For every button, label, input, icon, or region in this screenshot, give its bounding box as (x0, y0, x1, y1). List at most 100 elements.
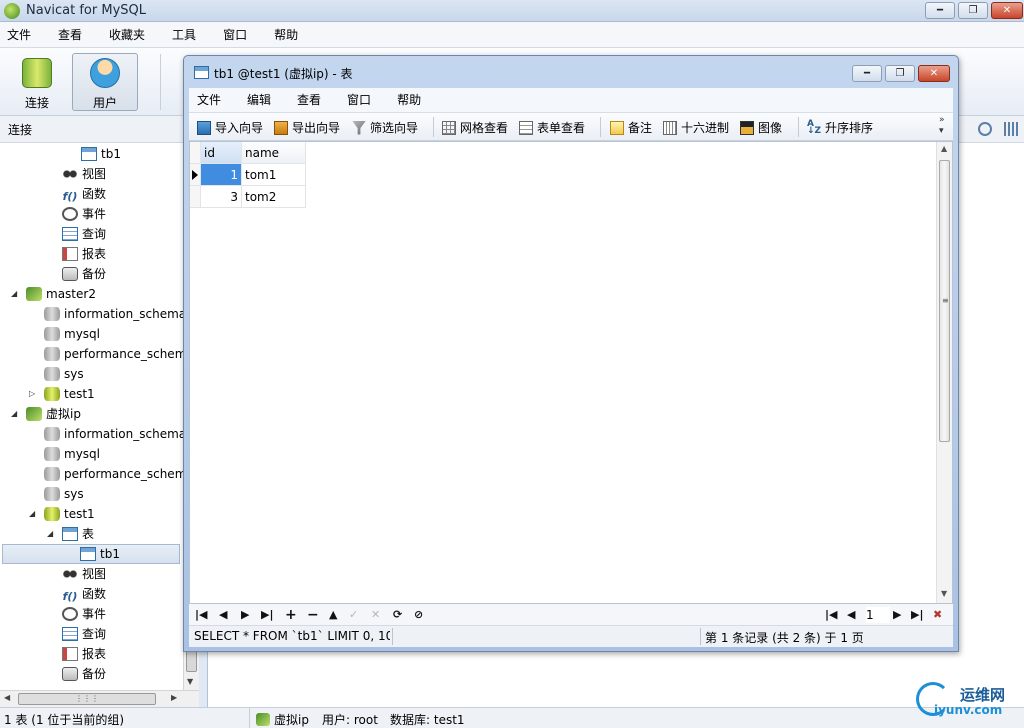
settings-tools-icon[interactable]: ✖ (933, 607, 942, 623)
tree-item[interactable]: mysql (0, 324, 198, 344)
menu-favorites[interactable]: 收藏夹 (102, 22, 157, 47)
prior-record-icon[interactable]: ◀ (219, 607, 227, 623)
tree-item-content[interactable]: mysql (42, 444, 198, 464)
tree-item[interactable]: performance_schema (0, 344, 198, 364)
tree-item-content[interactable]: 查询 (60, 224, 198, 244)
view-mode-icon[interactable] (1004, 122, 1018, 136)
child-menu-window[interactable]: 窗口 (339, 88, 383, 112)
grid-scroll-down-icon[interactable]: ▼ (941, 589, 947, 598)
search-icon[interactable] (978, 122, 992, 136)
tree-item-content[interactable]: 虚拟ip (24, 404, 198, 424)
tree-item-content[interactable]: 事件 (60, 204, 198, 224)
tree-item[interactable]: ◢ master2 (0, 284, 198, 304)
user-button[interactable]: 用户 (72, 53, 138, 111)
tree-item[interactable]: ◢ 表 (0, 524, 198, 544)
menu-help[interactable]: 帮助 (267, 22, 310, 47)
tree-item-content[interactable]: master2 (24, 284, 198, 304)
connect-button[interactable]: 连接 (4, 53, 70, 111)
cell-id[interactable]: 1 (201, 164, 242, 186)
tree-item-content[interactable]: 报表 (60, 644, 198, 664)
tree-item[interactable]: sys (0, 364, 198, 384)
current-row-marker[interactable] (190, 164, 201, 186)
import-wizard-button[interactable]: 导入向导 (197, 119, 263, 136)
column-header-name[interactable]: name (242, 142, 306, 164)
next-record-icon[interactable]: ▶ (241, 607, 249, 623)
tree-item-content[interactable]: test1 (42, 384, 198, 404)
tree-item-content[interactable]: 查询 (60, 624, 198, 644)
expanded-arrow-icon[interactable]: ◢ (29, 504, 35, 524)
toolbar-overflow-icon[interactable]: » ▾ (939, 115, 945, 137)
close-button[interactable]: ✕ (991, 2, 1023, 19)
table-window-title-bar[interactable]: tb1 @test1 (虚拟ip) - 表 ━ ❐ ✕ (184, 56, 958, 88)
delete-record-icon[interactable]: − (307, 607, 319, 623)
tree-item-content[interactable]: f() 函数 (60, 584, 198, 604)
tree-item[interactable]: 事件 (0, 604, 198, 624)
tree-item-content[interactable]: 视图 (60, 564, 198, 584)
tree-item[interactable]: 视图 (0, 164, 198, 184)
expanded-arrow-icon[interactable]: ◢ (11, 284, 17, 304)
tree-item[interactable]: tb1 (0, 144, 198, 164)
tree-item[interactable]: ◢ test1 (0, 504, 198, 524)
last-page-icon[interactable]: ▶| (911, 607, 923, 623)
sort-ascending-button[interactable]: A ↓Z 升序排序 (807, 119, 873, 136)
data-grid[interactable]: id name 1 tom1 3 tom2 ▲ ≡ ▼ (189, 141, 953, 604)
tree-item-content[interactable]: sys (42, 364, 198, 384)
cell-name[interactable]: tom2 (242, 186, 306, 208)
discard-changes-icon[interactable]: ✕ (371, 607, 380, 623)
tree-item-content[interactable]: test1 (42, 504, 198, 524)
collapsed-arrow-icon[interactable]: ▷ (29, 384, 35, 404)
tree-item[interactable]: 报表 (0, 244, 198, 264)
tree-item-content[interactable]: performance_schema (42, 464, 198, 484)
child-close-button[interactable]: ✕ (918, 65, 950, 82)
tree-item-content[interactable]: 表 (60, 524, 198, 544)
tree-item-content[interactable]: information_schema (42, 424, 198, 444)
tree-item-content[interactable]: 备份 (60, 264, 198, 284)
tree-item[interactable]: information_schema (0, 424, 198, 444)
next-page-icon[interactable]: ▶ (893, 607, 901, 623)
tree-item-content[interactable]: mysql (42, 324, 198, 344)
first-record-icon[interactable]: |◀ (195, 607, 207, 623)
menu-window[interactable]: 窗口 (216, 22, 259, 47)
row-marker[interactable] (190, 186, 201, 208)
expanded-arrow-icon[interactable]: ◢ (47, 524, 53, 544)
export-wizard-button[interactable]: 导出向导 (274, 119, 340, 136)
tree-hscroll-thumb[interactable]: ⋮⋮⋮ (18, 693, 156, 705)
scroll-left-arrow-icon[interactable]: ◀ (4, 693, 10, 702)
add-record-icon[interactable]: + (285, 607, 297, 623)
prior-page-icon[interactable]: ◀ (847, 607, 855, 623)
expanded-arrow-icon[interactable]: ◢ (11, 404, 17, 424)
apply-changes-icon[interactable]: ✓ (349, 607, 358, 623)
child-menu-file[interactable]: 文件 (189, 88, 233, 112)
tree-item-content[interactable]: sys (42, 484, 198, 504)
column-header-id[interactable]: id (201, 142, 242, 164)
tree-item[interactable]: tb1 (0, 544, 198, 564)
memo-button[interactable]: 备注 (610, 119, 652, 136)
cell-name[interactable]: tom1 (242, 164, 306, 186)
tree-item-content[interactable]: f() 函数 (60, 184, 198, 204)
tree-item[interactable]: ◢ 虚拟ip (0, 404, 198, 424)
filter-wizard-button[interactable]: 筛选向导 (352, 119, 418, 136)
menu-tools[interactable]: 工具 (165, 22, 208, 47)
grid-vertical-scrollbar[interactable]: ▲ ≡ ▼ (936, 142, 952, 603)
maximize-button[interactable]: ❐ (958, 2, 988, 19)
child-menu-view[interactable]: 查看 (289, 88, 333, 112)
tree-item-content[interactable]: performance_schema (42, 344, 198, 364)
scroll-down-arrow-icon[interactable]: ▼ (187, 677, 193, 686)
tree-item[interactable]: ▷ test1 (0, 384, 198, 404)
tree-horizontal-scrollbar[interactable]: ◀ ⋮⋮⋮ ▶ (0, 690, 199, 707)
tree-item-content[interactable]: information_schema (42, 304, 198, 324)
tree-item[interactable]: information_schema (0, 304, 198, 324)
tree-item-content[interactable]: 视图 (60, 164, 198, 184)
tree-item[interactable]: sys (0, 484, 198, 504)
grid-scroll-up-icon[interactable]: ▲ (941, 144, 947, 153)
grid-view-button[interactable]: 网格查看 (442, 119, 508, 136)
table-window[interactable]: tb1 @test1 (虚拟ip) - 表 ━ ❐ ✕ 文件 编辑 查看 窗口 … (183, 55, 959, 652)
child-maximize-button[interactable]: ❐ (885, 65, 915, 82)
edit-record-icon[interactable]: ▲ (329, 607, 337, 623)
tree-item[interactable]: 视图 (0, 564, 198, 584)
tree-item-content[interactable]: 事件 (60, 604, 198, 624)
minimize-button[interactable]: ━ (925, 2, 955, 19)
child-menu-edit[interactable]: 编辑 (239, 88, 283, 112)
refresh-icon[interactable]: ⟳ (393, 607, 402, 623)
tree-item[interactable]: performance_schema (0, 464, 198, 484)
